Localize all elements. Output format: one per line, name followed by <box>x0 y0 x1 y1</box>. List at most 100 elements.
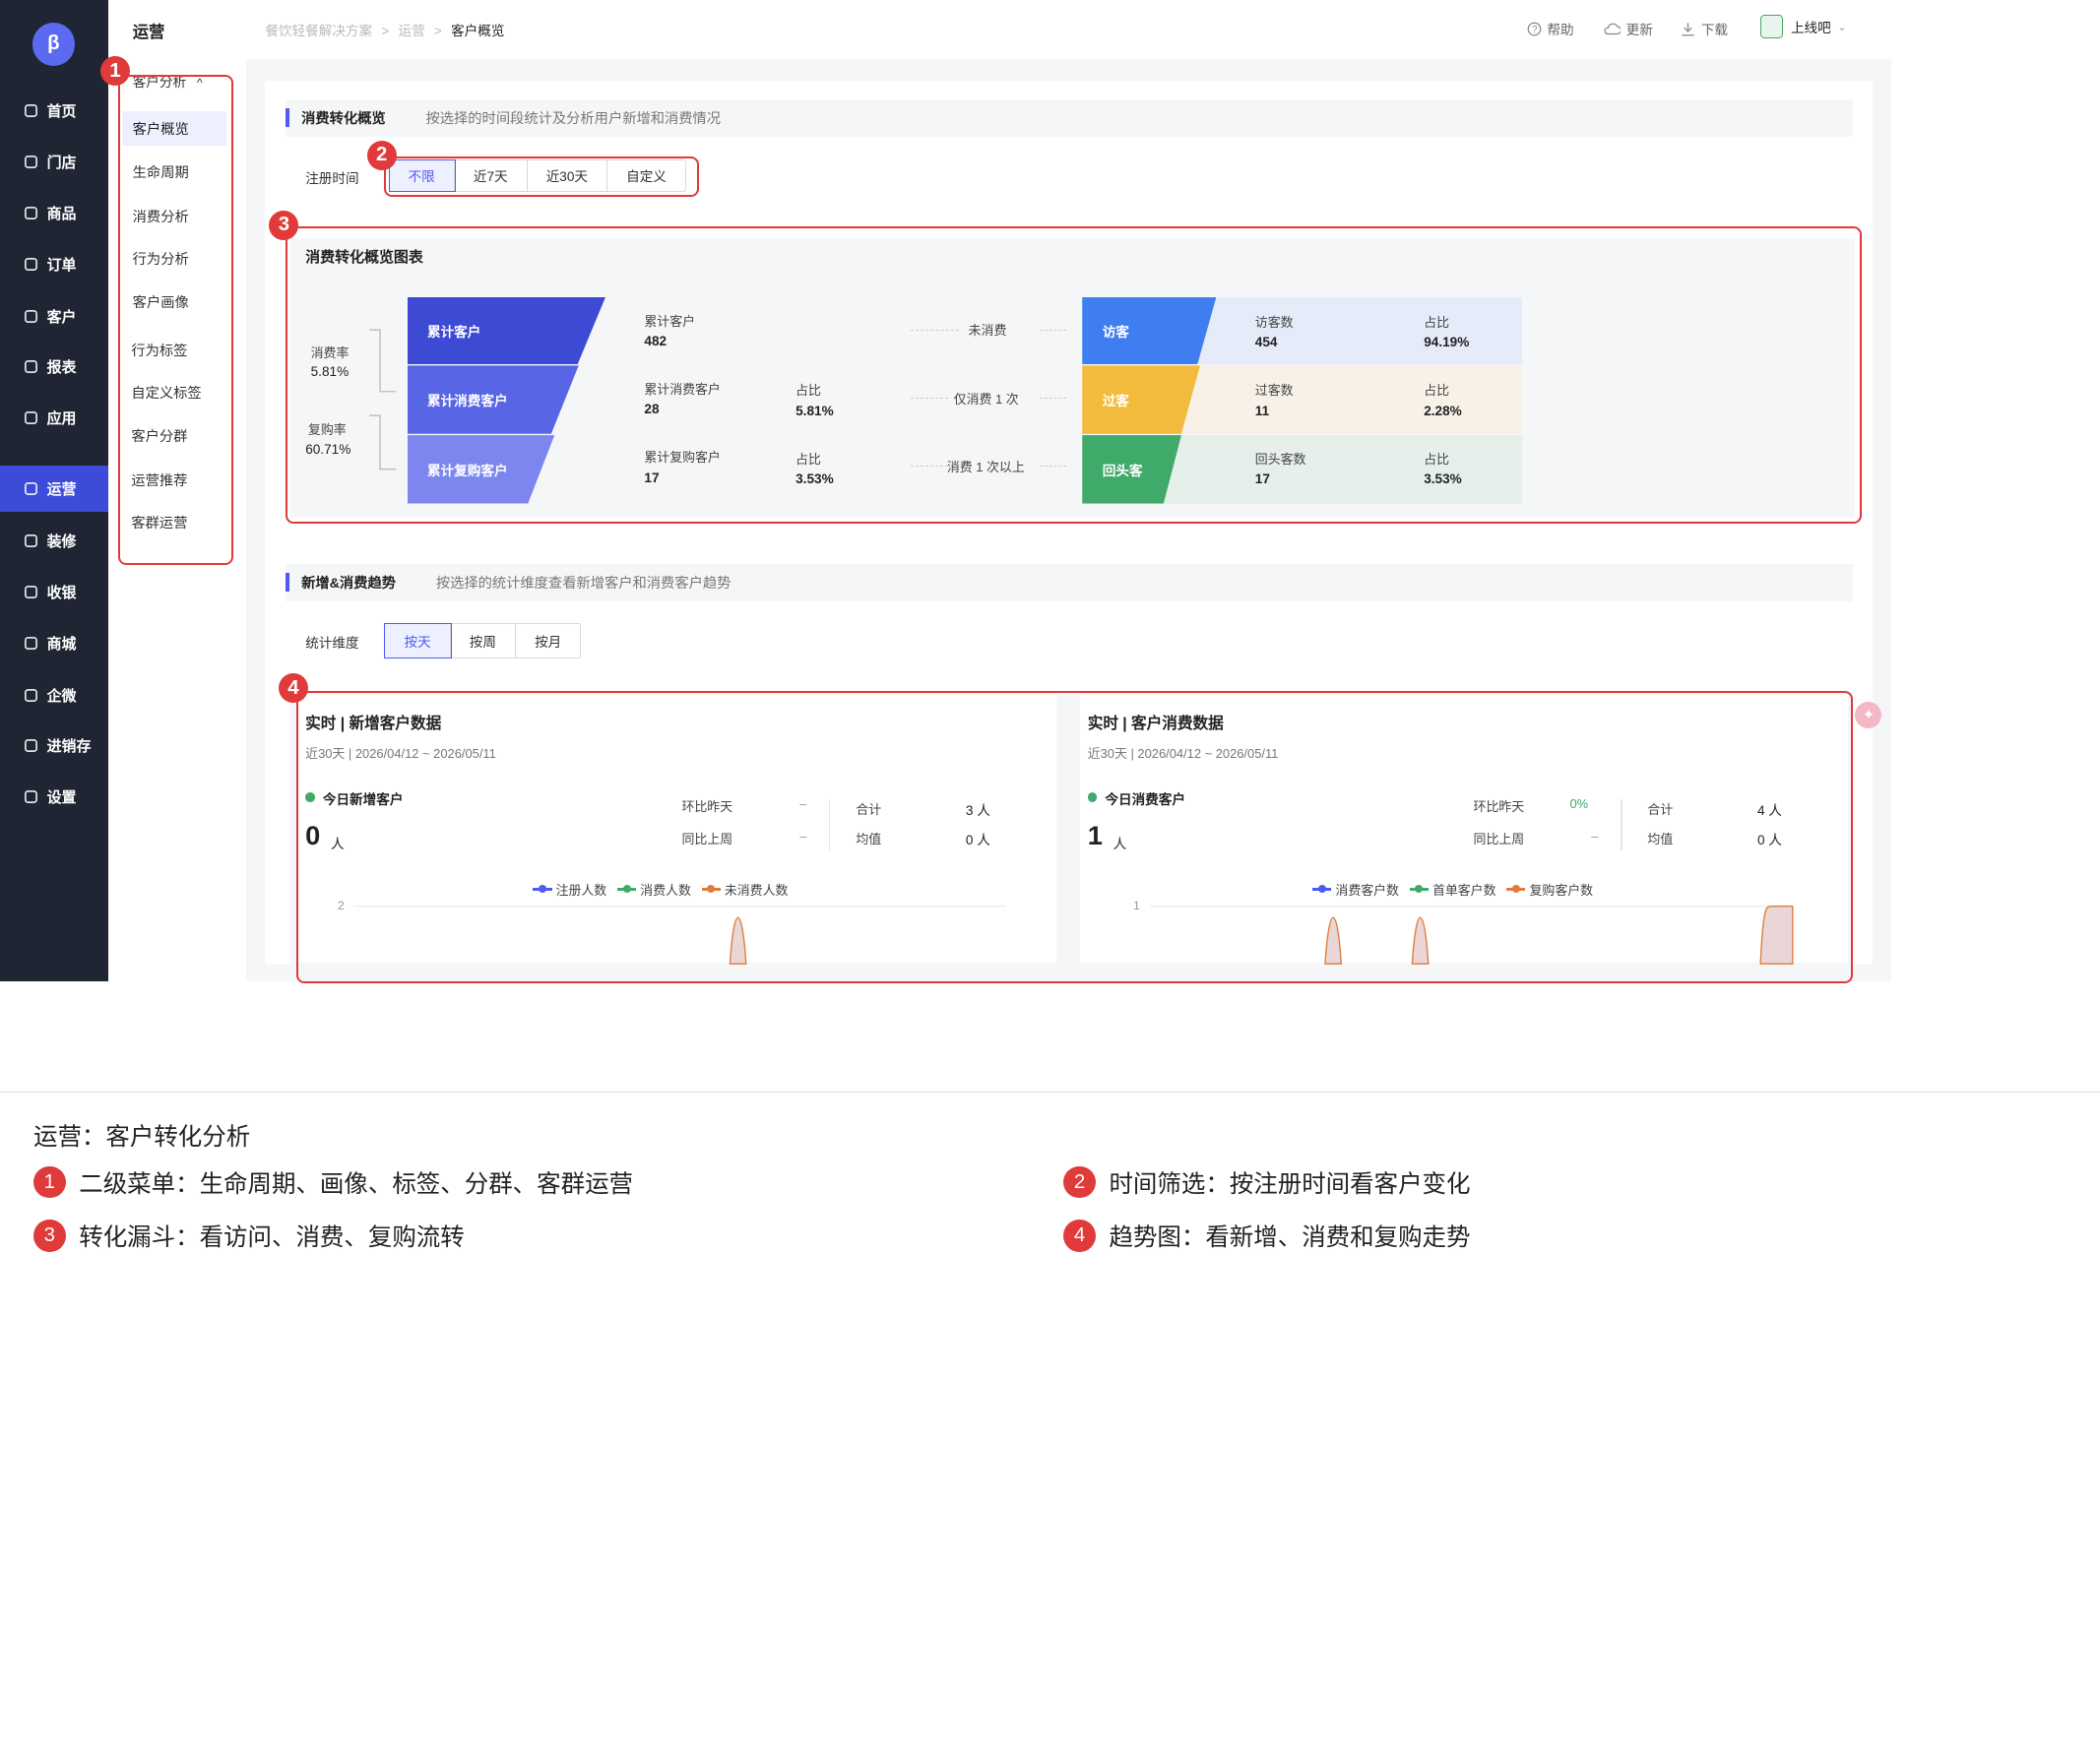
sub-nav-title: 运营 <box>132 24 165 42</box>
sub-nav-item-0[interactable]: 客户概览 <box>121 110 226 147</box>
sidebar-item-7[interactable]: 运营 <box>0 466 109 512</box>
funnel-metric-value: 17 <box>644 470 660 485</box>
segment-ratio-label: 占比 <box>1424 383 1450 399</box>
operation-icon <box>23 480 38 496</box>
sidebar-item-label: 报表 <box>46 359 77 377</box>
update-label: 更新 <box>1625 23 1653 38</box>
sidebar-item-11[interactable]: 企微 <box>0 672 108 718</box>
sub-nav-item2-2[interactable]: 客户分群 <box>122 417 226 452</box>
segment-ratio-label: 占比 <box>1424 451 1450 467</box>
segment-ratio-value: 3.53% <box>1424 470 1462 486</box>
sidebar-item-9[interactable]: 收银 <box>0 569 108 614</box>
sidebar-item-label: 应用 <box>46 409 77 427</box>
sidebar-item-5[interactable]: 报表 <box>0 345 108 390</box>
sidebar-item-13[interactable]: 设置 <box>0 774 108 819</box>
dimension-option-0[interactable]: 按天 <box>384 622 452 659</box>
settings-icon <box>23 788 38 804</box>
segment-count-label: 过客数 <box>1254 383 1294 399</box>
sub-nav-item-4[interactable]: 客户画像 <box>122 283 226 318</box>
update-button[interactable]: 更新 <box>1603 19 1653 38</box>
flow-dash-left <box>911 398 949 399</box>
sidebar-item-6[interactable]: 应用 <box>0 395 108 440</box>
funnel-ratio-value: 3.53% <box>795 470 834 486</box>
sidebar-item-label: 商品 <box>46 205 77 222</box>
funnel-ratio-value: 5.81% <box>795 403 834 418</box>
caption-2: 2 时间筛选：按注册时间看客户变化 <box>1063 1165 1471 1200</box>
annotation-box-2 <box>384 157 700 197</box>
sidebar-item-12[interactable]: 进销存 <box>0 723 108 769</box>
caption-text: 趋势图：看新增、消费和复购走势 <box>1109 1224 1471 1252</box>
stat-dimension-label: 统计维度 <box>305 636 359 652</box>
chevron-down-icon: ⌄ <box>1837 21 1847 33</box>
sub-nav-item2-0[interactable]: 行为标签 <box>122 332 226 366</box>
order-icon <box>23 256 38 272</box>
caption-1: 1 二级菜单：生命周期、画像、标签、分群、客群运营 <box>33 1165 633 1200</box>
caption-3: 3 转化漏斗：看访问、消费、复购流转 <box>33 1219 465 1253</box>
help-icon: ? <box>1527 22 1542 35</box>
funnel-metric-label: 累计复购客户 <box>644 450 721 466</box>
bag-icon <box>23 205 38 220</box>
funnel-metric-value: 28 <box>644 402 660 417</box>
filter-label: 注册时间 <box>305 171 359 187</box>
segment-count-value: 17 <box>1254 470 1270 486</box>
sidebar-item-label: 装修 <box>46 533 77 551</box>
app-logo[interactable]: β <box>32 23 76 66</box>
segment-ratio-value: 94.19% <box>1424 335 1470 350</box>
sidebar-item-3[interactable]: 订单 <box>0 241 108 286</box>
flow-label: 仅消费 1 次 <box>953 391 1019 407</box>
segment-count-label: 回头客数 <box>1254 451 1306 467</box>
segment-count-value: 11 <box>1254 403 1270 418</box>
sidebar-item-0[interactable]: 首页 <box>0 89 108 134</box>
svg-text:?: ? <box>1532 25 1538 35</box>
download-label: 下载 <box>1700 23 1728 38</box>
flow-label: 未消费 <box>968 323 1007 339</box>
breadcrumb-root[interactable]: 餐饮轻餐解决方案 <box>265 24 372 38</box>
caption-text: 二级菜单：生命周期、画像、标签、分群、客群运营 <box>79 1170 634 1198</box>
caption-badge: 2 <box>1063 1165 1096 1199</box>
sub-nav-item-3[interactable]: 行为分析 <box>122 241 226 276</box>
download-button[interactable]: 下载 <box>1681 19 1728 38</box>
sidebar-item-8[interactable]: 装修 <box>0 519 108 564</box>
inventory-icon <box>23 738 38 754</box>
mall-icon <box>23 635 38 651</box>
sub-nav-item2-3[interactable]: 运营推荐 <box>122 462 226 496</box>
breadcrumb: 餐饮轻餐解决方案 > 运营 > 客户概览 <box>265 20 504 39</box>
caption-title: 运营：客户转化分析 <box>33 1124 251 1152</box>
sidebar-item-2[interactable]: 商品 <box>0 190 108 235</box>
layers-icon <box>23 532 38 548</box>
help-button[interactable]: ? 帮助 <box>1527 19 1574 38</box>
sub-nav-item2-1[interactable]: 自定义标签 <box>122 375 226 409</box>
avatar <box>1759 14 1783 39</box>
dimension-option-1[interactable]: 按周 <box>451 623 517 658</box>
sidebar-item-4[interactable]: 客户 <box>0 293 108 339</box>
breadcrumb-separator: > <box>381 24 390 39</box>
dimension-option-2[interactable]: 按月 <box>516 624 580 658</box>
sidebar-item-10[interactable]: 商城 <box>0 620 108 665</box>
divider <box>0 1091 2100 1094</box>
flow-arrow <box>1039 466 1066 468</box>
user-icon <box>23 308 38 324</box>
breadcrumb-mid[interactable]: 运营 <box>399 24 425 38</box>
report-icon <box>23 359 38 375</box>
section-accent-bar <box>285 108 289 128</box>
sidebar-item-label: 企微 <box>46 687 77 705</box>
caption-badge: 3 <box>33 1220 66 1252</box>
funnel-metric-value: 482 <box>644 333 668 348</box>
breadcrumb-current: 客户概览 <box>451 24 505 39</box>
sub-nav-item-1[interactable]: 生命周期 <box>122 154 226 188</box>
funnel-ratio-label: 占比 <box>795 451 821 467</box>
funnel-metric-label: 累计客户 <box>644 313 696 329</box>
annotation-box-4 <box>295 691 1853 983</box>
flow-arrow <box>1039 329 1066 331</box>
sidebar-item-label: 客户 <box>46 308 77 326</box>
annotation-badge-2: 2 <box>366 140 397 170</box>
segment-ratio-value: 2.28% <box>1424 403 1462 418</box>
caption-text: 转化漏斗：看访问、消费、复购流转 <box>79 1224 465 1252</box>
flow-dash-left <box>911 329 960 331</box>
funnel-metric-label: 累计消费客户 <box>644 382 721 398</box>
caption-4: 4 趋势图：看新增、消费和复购走势 <box>1063 1219 1471 1253</box>
sub-nav-item-2[interactable]: 消费分析 <box>122 198 226 232</box>
sub-nav-item2-4[interactable]: 客群运营 <box>122 505 226 539</box>
account-menu[interactable]: 上线吧 ⌄ <box>1759 14 1847 39</box>
sidebar-item-1[interactable]: 门店 <box>0 139 108 184</box>
